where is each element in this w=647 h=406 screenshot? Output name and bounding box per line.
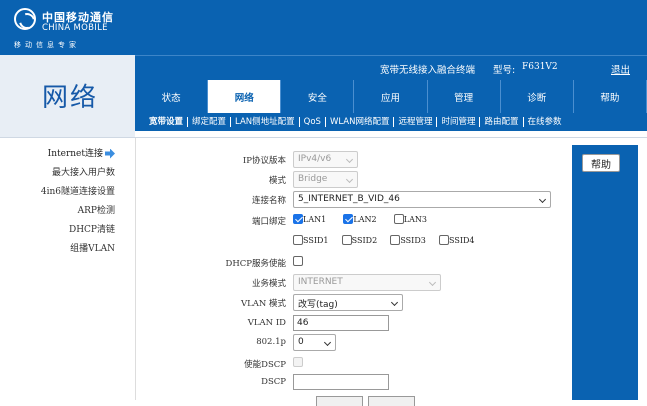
p8021-label: 802.1p (256, 337, 286, 347)
ssid4-label: SSID4 (449, 235, 475, 245)
subtab-broadband-settings[interactable]: 宽带设置 (145, 117, 189, 127)
sidebar-item-multicast-vlan[interactable]: 组播VLAN (0, 240, 130, 259)
help-panel: 帮助 (572, 145, 638, 400)
ssid3-checkbox[interactable] (390, 235, 401, 245)
dhcp-service-checkbox[interactable] (293, 256, 303, 266)
ssid-group: SSID1 SSID2 SSID3 SSID4 (293, 235, 489, 246)
vlan-mode-label: VLAN 模式 (240, 299, 286, 309)
section-title-panel: 网络 (0, 55, 135, 137)
service-mode-select[interactable]: INTERNET (293, 274, 441, 291)
main-tabs: 状态 网络 安全 应用 管理 诊断 帮助 (135, 80, 647, 113)
vlan-mode-select[interactable]: 改写(tag) (293, 294, 403, 311)
connection-name-row: 连接名称 5_INTERNET_B_VID_46 (136, 191, 573, 211)
lan3-label: LAN3 (403, 214, 427, 224)
mode-row: 模式 Bridge (136, 171, 573, 191)
lan2-label: LAN2 (353, 214, 377, 224)
vlan-mode-row: VLAN 模式 改写(tag) (136, 294, 573, 314)
ip-version-label: IP协议版本 (242, 156, 286, 166)
ip-version-row: IP协议版本 IPv4/v6 (136, 151, 573, 171)
dscp-row: DSCP (136, 374, 573, 394)
tab-application[interactable]: 应用 (354, 80, 428, 113)
device-info-bar: 宽带无线接入融合终端 型号: F631V2 退出 (135, 55, 647, 80)
port-binding-label: 端口绑定 (251, 217, 286, 227)
confirm-button[interactable] (316, 396, 363, 406)
connection-form: IP协议版本 IPv4/v6 模式 Bridge 连接名称 5_INTERNET… (135, 138, 573, 406)
sidebar-item-internet-connection[interactable]: Internet连接 (0, 145, 130, 164)
section-title: 网络 (42, 83, 99, 113)
subtab-route-config[interactable]: 路由配置 (480, 117, 524, 127)
tab-diagnostics[interactable]: 诊断 (500, 80, 574, 113)
enable-dscp-checkbox[interactable] (293, 357, 303, 367)
enable-dscp-group (293, 357, 303, 368)
subtab-remote-management[interactable]: 远程管理 (394, 117, 438, 127)
dhcp-service-group (293, 256, 303, 267)
header-bar: 中国移动通信 CHINA MOBILE 移动信息专家 (0, 0, 647, 55)
port-binding-row: 端口绑定 LAN1 LAN2 LAN3 (136, 212, 573, 232)
china-mobile-logo: 中国移动通信 CHINA MOBILE 移动信息专家 (0, 0, 135, 55)
ssid3-label: SSID3 (400, 235, 426, 245)
ssid1-label: SSID1 (303, 235, 329, 245)
ip-version-select[interactable]: IPv4/v6 (293, 151, 358, 168)
enable-dscp-row: 使能DSCP (136, 355, 573, 375)
arrow-right-icon (105, 148, 115, 159)
sidebar-item-max-users[interactable]: 最大接入用户数 (0, 164, 130, 183)
logo-slogan: 移动信息专家 (14, 41, 80, 49)
lan2-checkbox[interactable] (343, 214, 354, 224)
mode-select[interactable]: Bridge (293, 171, 358, 188)
service-mode-row: 业务模式 INTERNET (136, 274, 573, 294)
vlan-id-input[interactable]: 46 (293, 315, 389, 331)
subtab-wlan-config[interactable]: WLAN网络配置 (326, 117, 395, 127)
connection-name-select[interactable]: 5_INTERNET_B_VID_46 (293, 191, 551, 208)
tab-status[interactable]: 状态 (135, 80, 209, 113)
ssid1-checkbox[interactable] (293, 235, 303, 245)
connection-name-label: 连接名称 (251, 196, 286, 206)
sidebar-item-arp-detect[interactable]: ARP检测 (0, 202, 130, 221)
right-margin (638, 145, 647, 400)
sidebar-item-label: Internet连接 (47, 149, 103, 159)
sidebar-item-dhcp-clear[interactable]: DHCP清链 (0, 221, 130, 240)
lan1-label: LAN1 (303, 214, 327, 224)
sub-tabs: 宽带设置 绑定配置 LAN侧地址配置 QoS WLAN网络配置 远程管理 时间管… (135, 113, 647, 131)
ssid-binding-row: SSID1 SSID2 SSID3 SSID4 (136, 233, 573, 253)
subtab-online-params[interactable]: 在线参数 (524, 117, 566, 127)
p8021-select[interactable]: 0 (293, 334, 336, 351)
ssid2-checkbox[interactable] (341, 235, 352, 245)
vlan-id-row: VLAN ID 46 (136, 315, 573, 335)
mode-label: 模式 (268, 176, 286, 186)
tab-network[interactable]: 网络 (208, 80, 282, 113)
subtab-qos[interactable]: QoS (300, 117, 326, 127)
enable-dscp-label: 使能DSCP (244, 360, 286, 370)
tab-help[interactable]: 帮助 (573, 80, 647, 113)
sidebar: Internet连接 最大接入用户数 4in6隧道连接设置 ARP检测 DHCP… (0, 145, 130, 259)
logout-link[interactable]: 退出 (611, 62, 630, 76)
dhcp-service-row: DHCP服务使能 (136, 254, 573, 274)
model-value: F631V2 (522, 62, 558, 72)
dscp-input[interactable] (293, 374, 389, 390)
dscp-label: DSCP (261, 377, 286, 387)
p8021-row: 802.1p 0 (136, 334, 573, 354)
vlan-id-label: VLAN ID (247, 318, 286, 328)
lan3-checkbox[interactable] (393, 214, 404, 224)
ssid2-label: SSID2 (351, 235, 378, 245)
logo-english-text: CHINA MOBILE (42, 23, 108, 33)
model-label: 型号: (493, 65, 516, 76)
subtab-binding-config[interactable]: 绑定配置 (188, 117, 232, 127)
lan-port-group: LAN1 LAN2 LAN3 (293, 214, 441, 225)
cancel-button[interactable] (368, 396, 415, 406)
china-mobile-logo-icon (14, 8, 36, 30)
dhcp-service-label: DHCP服务使能 (225, 259, 286, 269)
subtab-lan-address-config[interactable]: LAN侧地址配置 (231, 117, 300, 127)
subtab-time-management[interactable]: 时间管理 (437, 117, 481, 127)
ssid4-checkbox[interactable] (439, 235, 450, 245)
tab-management[interactable]: 管理 (427, 80, 501, 113)
service-mode-label: 业务模式 (251, 279, 286, 289)
lan1-checkbox[interactable] (293, 214, 303, 224)
sidebar-item-4in6-tunnel[interactable]: 4in6隧道连接设置 (0, 183, 130, 202)
tab-security[interactable]: 安全 (281, 80, 355, 113)
device-type-label: 宽带无线接入融合终端 (380, 65, 476, 76)
help-button[interactable]: 帮助 (582, 154, 620, 172)
